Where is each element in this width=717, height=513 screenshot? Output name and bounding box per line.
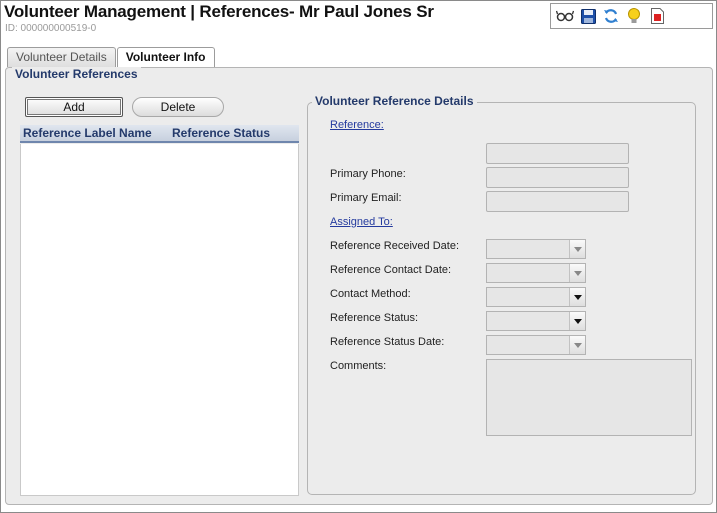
primary-email-label: Primary Email: <box>330 192 402 204</box>
column-reference-status[interactable]: Reference Status <box>170 126 270 140</box>
reference-received-date-combo[interactable] <box>486 239 586 259</box>
references-grid[interactable] <box>20 144 299 496</box>
lightbulb-icon[interactable] <box>624 6 644 26</box>
tab-volunteer-info[interactable]: Volunteer Info <box>116 47 215 68</box>
primary-email-field[interactable] <box>486 191 629 212</box>
primary-phone-field[interactable] <box>486 167 629 188</box>
chevron-down-icon[interactable] <box>569 312 585 330</box>
references-grid-header: Reference Label Name Reference Status <box>20 125 299 143</box>
assigned-to-link[interactable]: Assigned To: <box>330 216 393 228</box>
reference-link[interactable]: Reference: <box>330 119 384 131</box>
chevron-down-icon[interactable] <box>569 264 585 282</box>
comments-textarea[interactable] <box>486 359 692 436</box>
reference-details-legend: Volunteer Reference Details <box>312 94 477 108</box>
contact-method-label: Contact Method: <box>330 288 411 300</box>
delete-button[interactable]: Delete <box>132 97 224 117</box>
record-id: ID: 000000000519-0 <box>5 23 97 34</box>
reference-field[interactable] <box>486 143 629 164</box>
column-reference-label-name[interactable]: Reference Label Name <box>20 126 170 140</box>
contact-method-select[interactable] <box>486 287 586 307</box>
reference-status-date-combo[interactable] <box>486 335 586 355</box>
reference-contact-date-combo[interactable] <box>486 263 586 283</box>
chevron-down-icon[interactable] <box>569 240 585 258</box>
add-button[interactable]: Add <box>25 97 123 117</box>
chevron-down-icon[interactable] <box>569 288 585 306</box>
glasses-icon[interactable] <box>555 6 575 26</box>
pdf-report-icon[interactable] <box>647 6 667 26</box>
volunteer-references-window: Volunteer Management | References- Mr Pa… <box>0 0 717 513</box>
toolbar <box>550 3 713 29</box>
reference-received-date-label: Reference Received Date: <box>330 240 460 252</box>
reference-contact-date-label: Reference Contact Date: <box>330 264 452 276</box>
chevron-down-icon[interactable] <box>569 336 585 354</box>
primary-phone-label: Primary Phone: <box>330 168 406 180</box>
comments-label: Comments: <box>330 360 387 372</box>
page-title: Volunteer Management | References- Mr Pa… <box>4 2 434 21</box>
reference-status-date-label: Reference Status Date: <box>330 336 445 348</box>
reference-status-label: Reference Status: <box>330 312 419 324</box>
refresh-icon[interactable] <box>601 6 621 26</box>
tab-strip: Volunteer Details Volunteer Info <box>7 47 216 68</box>
volunteer-references-legend: Volunteer References <box>12 67 141 81</box>
save-icon[interactable] <box>578 6 598 26</box>
tab-volunteer-details[interactable]: Volunteer Details <box>7 47 116 67</box>
reference-status-select[interactable] <box>486 311 586 331</box>
